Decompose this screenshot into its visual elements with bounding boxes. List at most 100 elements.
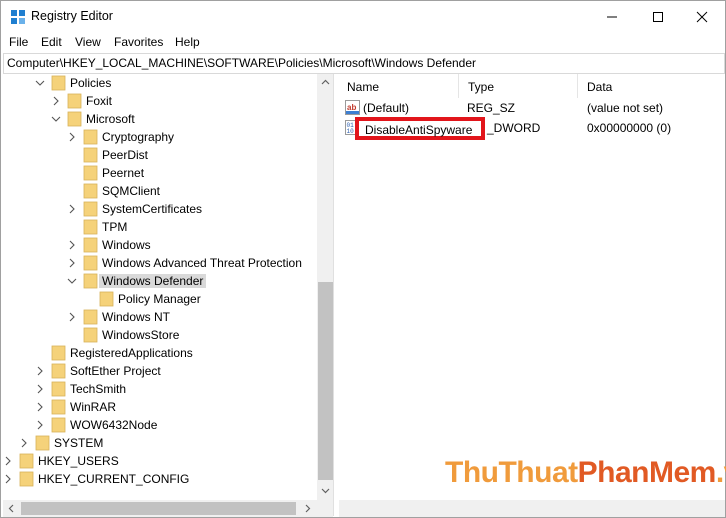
tree-node-label: PeerDist	[102, 148, 149, 162]
tree-node-windows-advanced-threat-protection[interactable]: Windows Advanced Threat Protection	[3, 254, 333, 272]
folder-icon	[19, 453, 34, 469]
tree-node-softether-project[interactable]: SoftEther Project	[3, 362, 333, 380]
folder-icon	[67, 111, 82, 127]
minimize-icon	[607, 16, 617, 17]
tree-node-label: Peernet	[102, 166, 145, 180]
chevron-right-icon[interactable]	[3, 455, 13, 467]
tree-horizontal-scrollbar[interactable]	[3, 500, 333, 517]
menu-edit[interactable]: Edit	[41, 35, 62, 49]
minimize-button[interactable]	[589, 1, 635, 32]
folder-icon	[83, 147, 98, 163]
close-icon	[696, 11, 708, 22]
folder-icon	[51, 417, 66, 433]
folder-icon	[51, 345, 66, 361]
tree-node-label: Windows NT	[102, 310, 171, 324]
tree-node-label: RegisteredApplications	[70, 346, 193, 360]
tree-node-hkey-current-config[interactable]: HKEY_CURRENT_CONFIG	[3, 470, 333, 488]
tree-node-label: Cryptography	[102, 130, 175, 144]
chevron-right-icon[interactable]	[67, 239, 77, 251]
address-bar[interactable]: Computer\HKEY_LOCAL_MACHINE\SOFTWARE\Pol…	[3, 53, 725, 74]
chevron-down-icon[interactable]	[51, 113, 61, 125]
title-bar[interactable]: Registry Editor	[1, 1, 725, 32]
scroll-right-arrow-icon[interactable]	[299, 500, 316, 517]
chevron-right-icon[interactable]	[67, 257, 77, 269]
tree-node-techsmith[interactable]: TechSmith	[3, 380, 333, 398]
tree-node-windows-defender[interactable]: Windows Defender	[3, 272, 333, 290]
value-name: (Default)	[363, 101, 410, 115]
list-horizontal-scrollbar[interactable]	[339, 500, 725, 517]
chevron-right-icon[interactable]	[3, 473, 13, 485]
chevron-right-icon[interactable]	[19, 437, 29, 449]
menu-bar: File Edit View Favorites Help	[1, 32, 725, 52]
tree-node-foxit[interactable]: Foxit	[3, 92, 333, 110]
tree-node-peernet[interactable]: Peernet	[3, 164, 333, 182]
chevron-right-icon[interactable]	[67, 311, 77, 323]
tree-node-policies[interactable]: Policies	[3, 74, 333, 92]
tree-node-label: TechSmith	[70, 382, 127, 396]
tree-node-windows-nt[interactable]: Windows NT	[3, 308, 333, 326]
tree-node-wow6432node[interactable]: WOW6432Node	[3, 416, 333, 434]
tree-node-systemcertificates[interactable]: SystemCertificates	[3, 200, 333, 218]
tree-node-label: HKEY_USERS	[38, 454, 119, 468]
menu-favorites[interactable]: Favorites	[114, 35, 163, 49]
tree-node-label: SYSTEM	[54, 436, 104, 450]
svg-text:10: 10	[347, 128, 355, 135]
menu-help[interactable]: Help	[175, 35, 200, 49]
tree-node-registeredapplications[interactable]: RegisteredApplications	[3, 344, 333, 362]
chevron-right-icon[interactable]	[51, 95, 61, 107]
folder-icon	[83, 201, 98, 217]
tree-node-policy-manager[interactable]: Policy Manager	[3, 290, 333, 308]
folder-icon	[19, 471, 34, 487]
key-tree-pane[interactable]: Policies Foxit Microsoft Cryptography PeerDi…	[3, 74, 334, 516]
folder-icon	[67, 93, 82, 109]
chevron-down-icon[interactable]	[67, 275, 77, 287]
svg-text:ab: ab	[347, 103, 356, 112]
column-header-data[interactable]: Data	[577, 74, 723, 98]
address-path: Computer\HKEY_LOCAL_MACHINE\SOFTWARE\Pol…	[7, 56, 477, 70]
menu-file[interactable]: File	[9, 35, 28, 49]
tree-node-windows[interactable]: Windows	[3, 236, 333, 254]
folder-icon	[51, 75, 66, 91]
chevron-right-icon[interactable]	[35, 401, 45, 413]
window-title: Registry Editor	[31, 9, 113, 23]
tree-hscroll-thumb[interactable]	[21, 502, 296, 515]
chevron-right-icon[interactable]	[67, 131, 77, 143]
chevron-right-icon[interactable]	[67, 203, 77, 215]
values-list-pane[interactable]: Name Type Data ab (Default) REG_SZ (valu…	[337, 74, 723, 516]
rename-edit-box[interactable]: DisableAntiSpyware	[355, 117, 485, 140]
tree-node-tpm[interactable]: TPM	[3, 218, 333, 236]
tree-node-system[interactable]: SYSTEM	[3, 434, 333, 452]
close-button[interactable]	[679, 1, 725, 32]
tree-node-windowsstore[interactable]: WindowsStore	[3, 326, 333, 344]
folder-icon	[83, 219, 98, 235]
folder-icon	[83, 309, 98, 325]
rename-input-text[interactable]: DisableAntiSpyware	[365, 123, 472, 137]
chevron-down-icon[interactable]	[35, 77, 45, 89]
column-header-type[interactable]: Type	[458, 74, 578, 98]
string-value-icon: ab	[345, 100, 360, 115]
registry-editor-app-icon	[11, 10, 25, 24]
folder-icon	[83, 129, 98, 145]
chevron-right-icon[interactable]	[35, 383, 45, 395]
tree-node-winrar[interactable]: WinRAR	[3, 398, 333, 416]
column-header-name[interactable]: Name	[337, 74, 459, 98]
scroll-left-arrow-icon[interactable]	[3, 500, 20, 517]
folder-icon	[83, 255, 98, 271]
tree-node-peerdist[interactable]: PeerDist	[3, 146, 333, 164]
tree-node-hkey-users[interactable]: HKEY_USERS	[3, 452, 333, 470]
tree-node-microsoft[interactable]: Microsoft	[3, 110, 333, 128]
menu-view[interactable]: View	[75, 35, 101, 49]
folder-icon	[83, 237, 98, 253]
folder-icon	[83, 165, 98, 181]
tree-node-sqmclient[interactable]: SQMClient	[3, 182, 333, 200]
value-row-default[interactable]: ab (Default) REG_SZ (value not set)	[337, 99, 723, 117]
chevron-right-icon[interactable]	[35, 365, 45, 377]
tree-node-label: Windows Defender	[99, 274, 207, 288]
tree-node-label: WinRAR	[70, 400, 117, 414]
chevron-right-icon[interactable]	[35, 419, 45, 431]
tree-node-label: WOW6432Node	[70, 418, 158, 432]
maximize-button[interactable]	[635, 1, 681, 32]
tree-node-label: TPM	[102, 220, 128, 234]
tree-node-cryptography[interactable]: Cryptography	[3, 128, 333, 146]
tree-node-label: SQMClient	[102, 184, 161, 198]
